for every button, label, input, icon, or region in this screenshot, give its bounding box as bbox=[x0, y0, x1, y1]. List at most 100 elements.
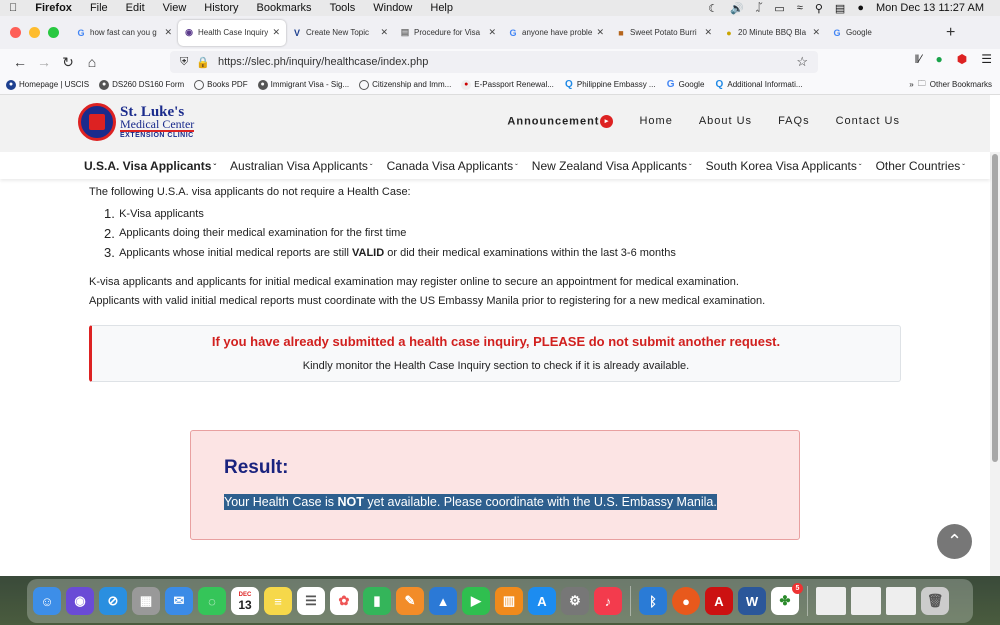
photos-icon[interactable]: ✿ bbox=[330, 587, 358, 615]
bookmark-item[interactable]: ● DS260 DS160 Form bbox=[99, 79, 184, 90]
back-icon[interactable]: ← bbox=[8, 54, 32, 70]
launchpad-icon[interactable]: ▦ bbox=[132, 587, 160, 615]
tab[interactable]: G Google bbox=[826, 20, 934, 46]
bookmark-item[interactable]: Books PDF bbox=[194, 79, 248, 90]
reminders-icon[interactable]: ☰ bbox=[297, 587, 325, 615]
close-icon[interactable]: ✕ bbox=[596, 27, 604, 38]
url-bar[interactable]: ⛨ 🔒 https://slec.ph/inquiry/healthcase/i… bbox=[170, 51, 818, 73]
library-icon[interactable]: ‖⁄ bbox=[915, 52, 922, 66]
bookmark-item[interactable]: ● Immigrant Visa - Sig... bbox=[257, 79, 349, 90]
close-icon[interactable]: ✕ bbox=[812, 27, 820, 38]
scrollbar-thumb[interactable] bbox=[992, 154, 998, 462]
music-icon[interactable]: ♪ bbox=[594, 587, 622, 615]
safari-icon[interactable]: ⊘ bbox=[99, 587, 127, 615]
siri-icon[interactable]: ◉ bbox=[66, 587, 94, 615]
app-store-icon[interactable]: A bbox=[528, 587, 556, 615]
menu-firefox[interactable]: Firefox bbox=[26, 2, 81, 14]
bookmark-item[interactable]: Citizenship and Imm... bbox=[359, 79, 451, 90]
bookmark-star-icon[interactable]: ☆ bbox=[796, 54, 808, 70]
calendar-icon[interactable]: DEC 13 bbox=[231, 587, 259, 615]
wifi-icon[interactable]: ≈ bbox=[791, 2, 809, 14]
close-icon[interactable]: ✕ bbox=[704, 27, 712, 38]
tab[interactable]: V Create New Topic ✕ bbox=[286, 20, 394, 46]
chevron-double-right-icon[interactable]: » bbox=[909, 80, 913, 89]
menu-australia-visa[interactable]: Australian Visa Applicants ˇ bbox=[230, 159, 373, 173]
hamburger-menu-icon[interactable]: ☰ bbox=[981, 52, 992, 66]
bookmark-item[interactable]: ● E-Passport Renewal... bbox=[461, 79, 554, 90]
tab[interactable]: ■ Sweet Potato Burri ✕ bbox=[610, 20, 718, 46]
menu-history[interactable]: History bbox=[195, 2, 247, 14]
tab[interactable]: Ganyone have proble ✕ bbox=[502, 20, 610, 46]
menu-view[interactable]: View bbox=[154, 2, 196, 14]
messages-icon[interactable]: ◌ bbox=[198, 587, 226, 615]
tab[interactable]: Ghow fast can you g ✕ bbox=[70, 20, 178, 46]
nav-announcement[interactable]: Announcement ▸ bbox=[507, 115, 614, 128]
menu-file[interactable]: File bbox=[81, 2, 117, 14]
bookmark-item[interactable]: Q Philippine Embassy ... bbox=[564, 79, 656, 90]
menu-tools[interactable]: Tools bbox=[321, 2, 365, 14]
numbers-icon[interactable]: ▮ bbox=[363, 587, 391, 615]
tab[interactable]: ▤ Procedure for Visa ✕ bbox=[394, 20, 502, 46]
home-icon[interactable]: ⌂ bbox=[80, 54, 104, 70]
control-center-icon[interactable]: ▤ bbox=[829, 2, 851, 15]
plant-app-icon[interactable]: ✤ 5 bbox=[771, 583, 803, 615]
forward-icon[interactable]: → bbox=[32, 54, 56, 70]
menu-help[interactable]: Help bbox=[421, 2, 462, 14]
moon-icon[interactable]: ☾ bbox=[702, 2, 724, 15]
close-icon[interactable]: ✕ bbox=[488, 27, 496, 38]
mail-icon[interactable]: ✉ bbox=[165, 587, 193, 615]
site-logo[interactable]: St. Luke's Medical Center EXTENSION CLIN… bbox=[78, 103, 195, 141]
tab-active[interactable]: ◉ Health Case Inquiry ✕ bbox=[178, 19, 286, 46]
bookmark-item[interactable]: G Google bbox=[666, 79, 705, 90]
scroll-to-top-button[interactable]: ⌃ bbox=[937, 524, 972, 559]
bluetooth-icon[interactable]: ᛢ bbox=[750, 2, 769, 14]
pages-icon[interactable]: ✎ bbox=[396, 587, 424, 615]
shield-icon[interactable]: ⛨ bbox=[180, 56, 188, 69]
keynote-icon[interactable]: ▲ bbox=[429, 587, 457, 615]
close-window-button[interactable] bbox=[10, 27, 21, 38]
document-thumbnail-icon[interactable] bbox=[886, 587, 916, 615]
books-icon[interactable]: ▥ bbox=[495, 587, 523, 615]
notes-icon[interactable]: ≡ bbox=[264, 587, 292, 615]
document-thumbnail-icon[interactable] bbox=[851, 587, 881, 615]
page-scrollbar[interactable] bbox=[990, 152, 1000, 576]
facetime-icon[interactable]: ▶ bbox=[462, 587, 490, 615]
word-icon[interactable]: W bbox=[738, 587, 766, 615]
close-icon[interactable]: ✕ bbox=[272, 27, 280, 38]
nav-faqs[interactable]: FAQs bbox=[778, 115, 810, 128]
volume-icon[interactable]: 🔊 bbox=[724, 2, 750, 15]
url-text[interactable]: https://slec.ph/inquiry/healthcase/index… bbox=[218, 56, 428, 68]
menu-edit[interactable]: Edit bbox=[117, 2, 154, 14]
menubar-clock[interactable]: Mon Dec 13 11:27 AM bbox=[870, 2, 990, 14]
new-tab-button[interactable]: + bbox=[934, 24, 967, 42]
menu-window[interactable]: Window bbox=[364, 2, 421, 14]
close-icon[interactable]: ✕ bbox=[164, 27, 172, 38]
firefox-icon[interactable]: ● bbox=[672, 587, 700, 615]
nav-home[interactable]: Home bbox=[639, 115, 672, 128]
document-thumbnail-icon[interactable] bbox=[816, 587, 846, 615]
apple-icon[interactable]:  bbox=[0, 2, 26, 14]
menu-newzealand-visa[interactable]: New Zealand Visa Applicants ˇ bbox=[532, 159, 692, 173]
acrobat-icon[interactable]: A bbox=[705, 587, 733, 615]
menu-canada-visa[interactable]: Canada Visa Applicants ˇ bbox=[387, 159, 518, 173]
lock-icon[interactable]: 🔒 bbox=[196, 56, 210, 69]
siri-icon[interactable]: ● bbox=[851, 2, 870, 14]
bluetooth-icon[interactable]: ᛒ bbox=[639, 587, 667, 615]
minimize-window-button[interactable] bbox=[29, 27, 40, 38]
menu-bookmarks[interactable]: Bookmarks bbox=[248, 2, 321, 14]
extension-icon[interactable]: ● bbox=[936, 52, 943, 66]
reload-icon[interactable]: ↻ bbox=[56, 54, 80, 71]
nav-about[interactable]: About Us bbox=[699, 115, 752, 128]
menu-usa-visa[interactable]: U.S.A. Visa Applicants ˇ bbox=[84, 159, 216, 173]
maximize-window-button[interactable] bbox=[48, 27, 59, 38]
extension-icon[interactable]: ⬢ bbox=[957, 52, 967, 66]
search-icon[interactable]: ⚲ bbox=[809, 2, 829, 15]
finder-icon[interactable]: ☺ bbox=[33, 587, 61, 615]
close-icon[interactable]: ✕ bbox=[380, 27, 388, 38]
bookmark-item[interactable]: ● Homepage | USCIS bbox=[6, 79, 89, 90]
menu-other-countries[interactable]: Other Countries ˇ bbox=[876, 159, 965, 173]
system-preferences-icon[interactable]: ⚙ bbox=[561, 587, 589, 615]
tab[interactable]: ● 20 Minute BBQ Bla ✕ bbox=[718, 20, 826, 46]
trash-icon[interactable]: 🗑 bbox=[921, 587, 949, 615]
other-bookmarks[interactable]: » 🗀 Other Bookmarks bbox=[909, 78, 992, 92]
